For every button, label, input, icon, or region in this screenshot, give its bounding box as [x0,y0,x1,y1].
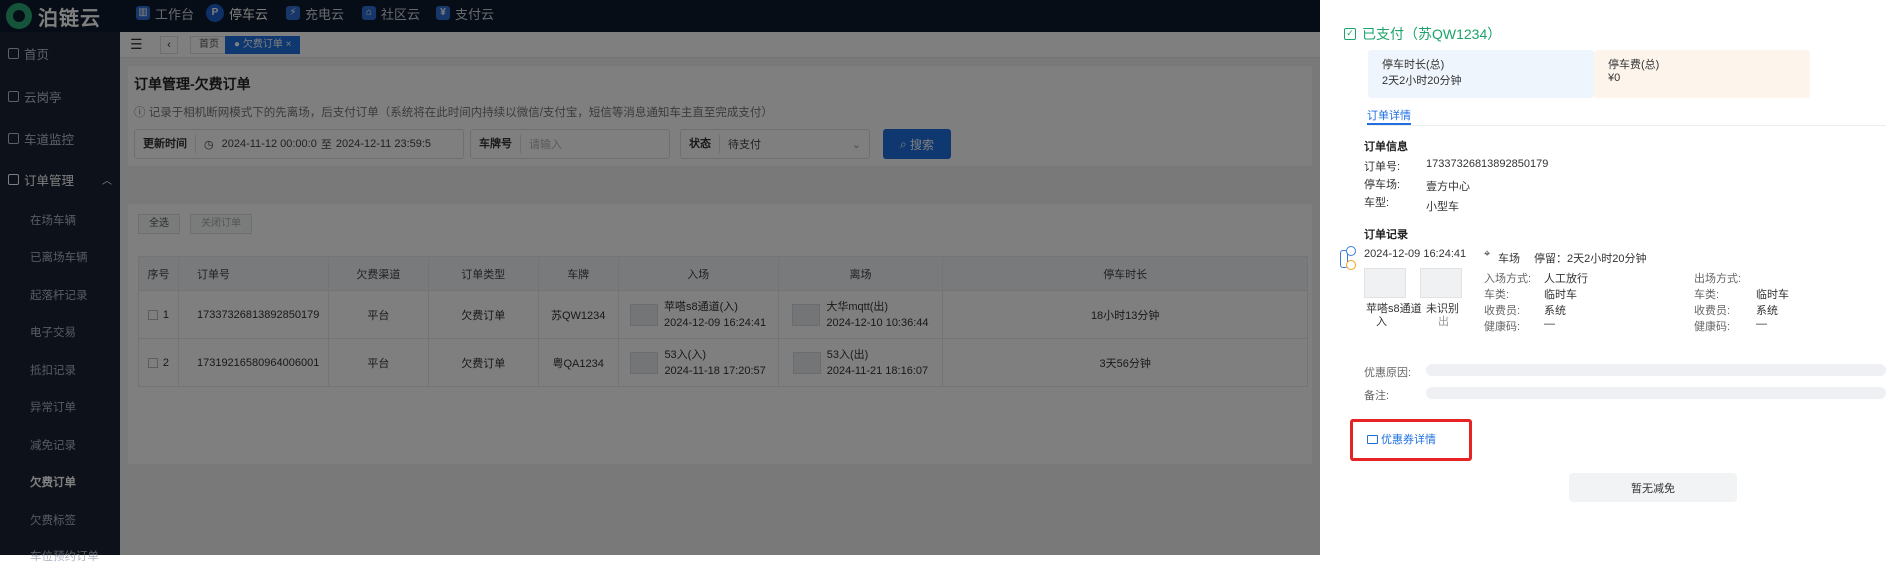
coupon-icon [1367,434,1378,444]
record-time: 2024-12-09 16:24:41 [1364,248,1467,260]
order-info-title: 订单信息 [1364,141,1408,153]
order-number: 17337326813892850179 [1426,158,1549,170]
paid-status-title: ✓ 已支付（苏QW1234） [1344,24,1501,44]
location-pin-icon: ⌖ [1484,248,1491,260]
parking-lot-name: 壹方中心 [1426,181,1470,193]
tab-divider [1367,125,1886,126]
check-square-icon: ✓ [1344,28,1356,40]
discount-reason-field [1426,364,1886,376]
no-reduction-button[interactable]: 暂无减免 [1569,473,1737,502]
record-stay: 停留：2天2小时20分钟 [1534,253,1647,265]
entry-image-placeholder-icon[interactable] [1364,268,1406,298]
modal-overlay[interactable] [0,0,1320,555]
timeline-icon [1340,246,1356,272]
remark-field [1426,387,1886,399]
car-type: 小型车 [1426,201,1459,213]
coupon-detail-link[interactable]: 优惠券详情 [1367,431,1436,447]
order-record-title: 订单记录 [1364,229,1408,241]
order-detail-drawer: ✓ 已支付（苏QW1234） 停车时长(总) 2天2小时20分钟 停车费(总) … [1320,0,1886,555]
tab-order-detail[interactable]: 订单详情 [1367,107,1411,123]
exit-image-placeholder-icon[interactable] [1420,268,1462,298]
fee-stat: 停车费(总) ¥0 [1594,50,1810,98]
duration-stat: 停车时长(总) 2天2小时20分钟 [1368,50,1594,98]
